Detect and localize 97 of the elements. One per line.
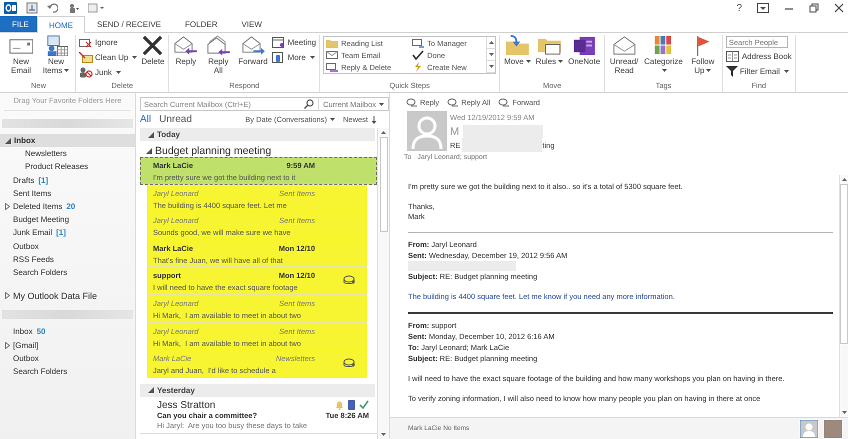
close-icon[interactable] (834, 3, 844, 13)
search-icon (304, 99, 314, 109)
ribbon-button[interactable]: Address Book (726, 50, 792, 63)
folder-icon (326, 38, 338, 48)
ribbon-button[interactable]: Clean Up (79, 51, 138, 64)
ribbon-button[interactable]: Rules (534, 35, 564, 66)
scrollbar-thumb[interactable] (840, 184, 848, 344)
conversation-header[interactable]: Budget planning meeting (140, 144, 377, 157)
down-arrow-icon (371, 116, 377, 124)
folder-item[interactable]: Inbox 50 (0, 325, 135, 338)
scroll-down-icon (488, 53, 494, 56)
ribbon-button[interactable]: OneNote (567, 35, 602, 66)
unread-count: [1] (56, 228, 66, 238)
caret-icon (330, 118, 335, 121)
check-icon (412, 50, 424, 60)
ribbon-tab[interactable]: HOME (37, 16, 85, 33)
folder-item[interactable]: RSS Feeds (0, 252, 135, 266)
ribbon-button[interactable]: New Email (5, 35, 37, 75)
ribbon-button[interactable]: Follow Up (686, 35, 719, 75)
expanded-arrow-icon (148, 132, 154, 138)
sender-name: M (450, 126, 460, 138)
scrollbar[interactable] (839, 175, 848, 417)
folder-item[interactable]: Deleted Items 20 (0, 200, 135, 214)
ribbon-button[interactable]: New Items (40, 35, 72, 75)
group-header[interactable]: Today (140, 128, 375, 141)
collapsed-arrow-icon[interactable] (5, 342, 10, 349)
scroll-up-icon (488, 41, 494, 44)
notebook-icon (572, 35, 597, 56)
check-icon (359, 400, 369, 410)
unread-count: 50 (36, 327, 46, 336)
ribbon-button[interactable]: Meeting (272, 36, 316, 49)
ribbon-tab[interactable]: SEND / RECEIVE (85, 16, 174, 32)
ribbon-button[interactable]: Ignore (79, 36, 138, 49)
ribbon-button[interactable]: Forward (237, 35, 269, 66)
envelope-x-icon (79, 37, 93, 48)
expanded-arrow-icon (146, 148, 152, 154)
undo-icon[interactable] (47, 3, 58, 13)
sender-name: Jess Stratton (157, 400, 216, 411)
envelope-reply-all-icon (206, 35, 231, 56)
folder-item[interactable]: Outbox (0, 352, 135, 365)
folder-item[interactable]: Drafts [1] (0, 174, 135, 187)
photo-placeholder (824, 420, 842, 438)
folder-item[interactable]: Budget Meeting (0, 213, 135, 226)
expanded-arrow-icon[interactable] (5, 138, 11, 144)
bell-icon (335, 400, 344, 410)
folder-arrow-icon (504, 35, 530, 56)
folder-item[interactable]: Sent Items (0, 186, 135, 200)
ribbon-tab[interactable]: FOLDER (173, 16, 230, 32)
caret-icon (379, 102, 384, 106)
envelope-forward-icon (240, 35, 266, 56)
collapsed-arrow-icon[interactable] (5, 203, 10, 210)
ribbon-button[interactable]: Unread/ Read (608, 35, 640, 75)
scrollbar-thumb[interactable] (380, 137, 388, 232)
collapsed-arrow-icon[interactable] (5, 292, 10, 300)
ribbon-button[interactable]: Filter Email (726, 65, 792, 78)
person-silhouette-icon (407, 111, 447, 151)
ribbon-button[interactable]: Delete (140, 35, 166, 66)
ribbon-button[interactable]: Junk (79, 66, 138, 79)
ribbon-button[interactable]: Move (503, 35, 532, 66)
folder-item[interactable]: [Gmail] (0, 338, 135, 352)
scroll-down-icon (842, 411, 846, 414)
outlook-logo-icon[interactable] (4, 2, 17, 14)
ribbon-display-icon[interactable] (757, 3, 769, 13)
ribbon-button[interactable]: Categorize (643, 35, 684, 75)
scroll-up-icon (381, 131, 386, 134)
filter-tab[interactable]: All (140, 114, 152, 125)
folder-item[interactable]: Search Folders (0, 364, 135, 378)
help-button[interactable]: ? (736, 2, 742, 14)
expanded-arrow-icon (148, 387, 154, 394)
filter-tab[interactable]: Unread (159, 114, 192, 125)
folder-item[interactable]: Junk Email [1] (0, 226, 135, 240)
envelope-icon (326, 50, 338, 60)
open-envelope-icon (612, 35, 637, 56)
ribbon-button[interactable]: Reply All (202, 35, 234, 75)
folder-item[interactable]: My Outlook Data File (0, 289, 135, 302)
address-book-icon (726, 51, 740, 62)
file-tab[interactable]: FILE (0, 16, 37, 32)
scroll-down-icon (488, 65, 494, 68)
ribbon-button[interactable]: Reply (172, 35, 200, 66)
folder-item[interactable]: Outbox (0, 240, 135, 253)
group-header[interactable]: Yesterday (140, 384, 375, 397)
folder-item[interactable]: Inbox (0, 134, 135, 148)
folder-item[interactable]: Search Folders (0, 266, 135, 280)
scroll-up-icon (842, 178, 846, 181)
folder-item[interactable]: Newsletters (0, 147, 135, 160)
filter-icon (726, 66, 738, 77)
ribbon-tab[interactable]: VIEW (229, 16, 274, 32)
scrollbar[interactable] (377, 128, 389, 439)
person-blocked-icon (79, 67, 93, 78)
delete-icon (141, 35, 164, 56)
unread-count: 20 (66, 202, 76, 212)
scroll-down-icon (381, 433, 386, 436)
unread-count: [1] (38, 176, 48, 185)
folder-item[interactable]: Product Releases (0, 160, 135, 174)
ribbon-button[interactable]: More (272, 51, 316, 64)
restore-icon[interactable] (809, 3, 819, 13)
customize-icon[interactable] (88, 3, 104, 13)
